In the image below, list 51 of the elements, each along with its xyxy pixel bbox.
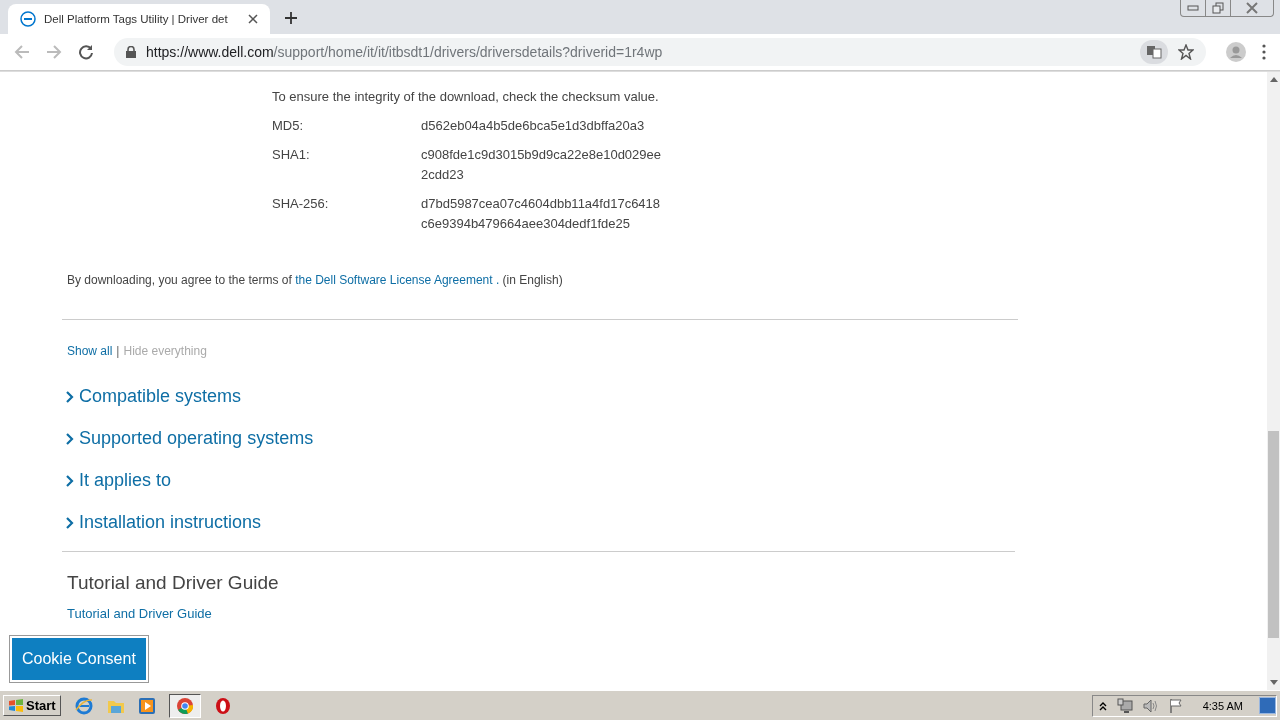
checksum-label: SHA-256:	[272, 196, 330, 213]
section-link[interactable]: Supported operating systems	[79, 428, 314, 449]
scrollbar-thumb[interactable]	[1268, 431, 1279, 638]
menu-icon[interactable]	[1262, 44, 1266, 60]
checksum-value: c908fde1c9d3015b9d9ca22e8e10d029ee	[421, 147, 661, 162]
url-text: https://www.dell.com/support/home/it/it/itbsdt1/drivers/driversdetails?driverid=1r4wp	[146, 44, 663, 60]
profile-avatar-icon[interactable]	[1226, 42, 1246, 62]
browser-tab[interactable]: Dell Platform Tags Utility | Driver det	[8, 4, 270, 34]
section-link[interactable]: Compatible systems	[79, 386, 242, 407]
section-link[interactable]: It applies to	[79, 470, 172, 491]
show-desktop-button[interactable]	[1259, 697, 1276, 714]
clock-time: 4:35 AM	[1202, 699, 1243, 712]
guide-link[interactable]: Tutorial and Driver Guide	[67, 606, 212, 621]
reload-icon[interactable]	[78, 44, 94, 60]
address-bar[interactable]: https://www.dell.com/support/home/it/it/itbsdt1/drivers/driversdetails?driverid=1r4wp	[114, 38, 1206, 66]
lock-icon	[126, 46, 136, 58]
opera-icon[interactable]	[214, 697, 231, 714]
checksum-value: d562eb04a4b5de6bca5e1d3dbffa20a3	[421, 118, 645, 133]
checksum-note: To ensure the integrity of the download, check the checksum value.	[272, 89, 660, 104]
toggle-link[interactable]: Show all	[67, 344, 113, 358]
media-player-icon[interactable]	[138, 697, 155, 714]
network-icon[interactable]	[1116, 697, 1133, 714]
cookie-consent-button[interactable]: Cookie Consent	[10, 636, 148, 682]
minimize-icon	[1187, 5, 1199, 11]
checksum-value: d7bd5987cea07c4604dbb11a4fd17c6418	[421, 196, 661, 211]
flag-icon[interactable]	[1168, 697, 1183, 714]
windows-logo-icon	[8, 698, 24, 713]
chrome-icon	[176, 697, 193, 714]
start-button[interactable]: Start	[3, 695, 61, 716]
logo-icon	[20, 11, 36, 27]
speaker-icon[interactable]	[1142, 697, 1159, 714]
checksum-value: 2cdd23	[421, 167, 465, 182]
show-hidden-icon[interactable]	[1098, 700, 1107, 711]
separator-text: |	[116, 344, 120, 358]
license-link[interactable]: the Dell Software License Agreement .	[295, 273, 500, 287]
new-tab-icon[interactable]	[284, 11, 298, 25]
checksum-value: c6e9394b479664aee304dedf1fde25	[421, 216, 631, 231]
close-icon	[1246, 2, 1258, 14]
checksum-label: MD5:	[272, 118, 305, 133]
close-icon[interactable]	[248, 14, 258, 24]
star-icon[interactable]	[1178, 44, 1194, 60]
browser-e-icon[interactable]	[74, 696, 93, 715]
section-heading: Tutorial and Driver Guide	[67, 572, 280, 594]
section-link[interactable]: Installation instructions	[79, 512, 262, 533]
tab-title: Dell Platform Tags Utility | Driver det	[44, 13, 229, 25]
translate-icon[interactable]	[1140, 40, 1168, 64]
scroll-down-icon[interactable]	[1269, 680, 1278, 686]
scroll-up-icon[interactable]	[1269, 76, 1278, 82]
checksum-label: SHA1:	[272, 147, 311, 164]
license-note: By downloading, you agree to the terms of the Dell Software License Agreement . (in English)	[67, 273, 564, 287]
chrome-taskbar-button[interactable]	[168, 693, 201, 718]
